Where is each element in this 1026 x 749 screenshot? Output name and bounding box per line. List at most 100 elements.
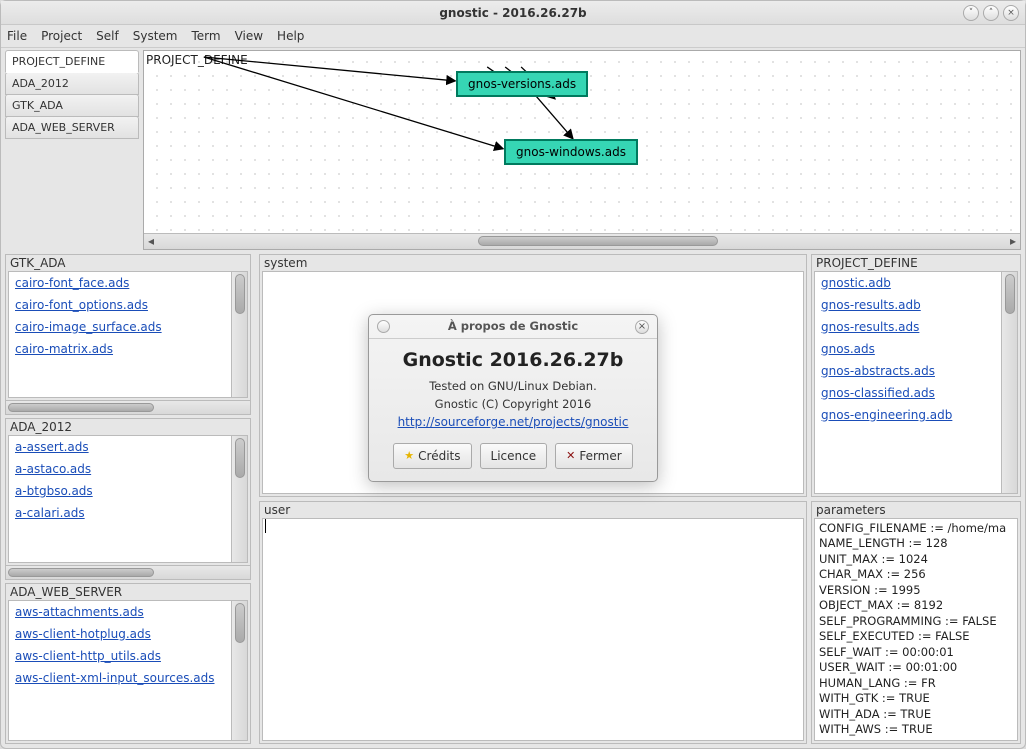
graph-canvas[interactable]: PROJECT_DEFINE gnos-versions.ads gnos-wi… [143,50,1021,250]
about-dialog: À propos de Gnostic × Gnostic 2016.26.27… [368,314,658,482]
about-heading: Gnostic 2016.26.27b [381,349,645,371]
file-link[interactable]: gnos-results.ads [821,320,1011,334]
scroll-thumb[interactable] [478,236,718,246]
hscrollbar[interactable] [6,400,250,414]
file-link[interactable]: aws-client-http_utils.ads [15,649,241,663]
file-link[interactable]: cairo-font_face.ads [15,276,241,290]
file-link[interactable]: gnos-engineering.adb [821,408,1011,422]
menu-self[interactable]: Self [96,29,119,43]
left-panels: GTK_ADA cairo-font_face.ads cairo-font_o… [5,254,251,744]
titlebar: gnostic - 2016.26.27b ˅ ˄ × [1,1,1025,25]
panel-title: ADA_2012 [6,419,250,435]
licence-button[interactable]: Licence [480,443,548,469]
credits-button[interactable]: ★ Crédits [393,443,471,469]
param-line: VERSION := 1995 [819,583,1013,599]
hscrollbar[interactable] [6,565,250,579]
about-titlebar: À propos de Gnostic × [369,315,657,339]
main-window: gnostic - 2016.26.27b ˅ ˄ × File Project… [0,0,1026,749]
canvas-title: PROJECT_DEFINE [146,53,248,67]
file-link[interactable]: aws-attachments.ads [15,605,241,619]
param-line: UNIT_MAX := 1024 [819,552,1013,568]
param-line: WITH_ADA := TRUE [819,707,1013,723]
menu-term[interactable]: Term [191,29,220,43]
param-line: WITH_AWS := TRUE [819,722,1013,738]
menu-system[interactable]: System [133,29,178,43]
param-line: SELF_WAIT := 00:00:01 [819,645,1013,661]
vscrollbar[interactable] [1001,272,1017,493]
about-menu-icon[interactable] [377,320,390,333]
about-link[interactable]: http://sourceforge.net/projects/gnostic [398,415,629,429]
text-cursor [265,519,266,533]
menubar: File Project Self System Term View Help [1,25,1025,47]
file-link[interactable]: cairo-font_options.ads [15,298,241,312]
panel-ada-web-server: ADA_WEB_SERVER aws-attachments.ads aws-c… [5,583,251,744]
tab-ada-2012[interactable]: ADA_2012 [5,72,139,95]
about-title: À propos de Gnostic [448,319,578,333]
panel-title: parameters [812,502,1020,518]
file-link[interactable]: gnos-abstracts.ads [821,364,1011,378]
file-link[interactable]: a-btgbso.ads [15,484,241,498]
param-line: WITH_GTK := TRUE [819,691,1013,707]
vscrollbar[interactable] [231,601,247,740]
param-line: SELF_PROGRAMMING := FALSE [819,614,1013,630]
project-tabs: PROJECT_DEFINE ADA_2012 GTK_ADA ADA_WEB_… [5,50,139,250]
panel-title: PROJECT_DEFINE [812,255,1020,271]
file-link[interactable]: cairo-matrix.ads [15,342,241,356]
close-label: Fermer [579,449,621,463]
about-close-icon[interactable]: × [635,320,649,334]
vscrollbar[interactable] [231,272,247,397]
file-link[interactable]: aws-client-hotplug.ads [15,627,241,641]
panel-title: system [260,255,806,271]
close-button[interactable]: ✕ Fermer [555,443,633,469]
content-area: PROJECT_DEFINE ADA_2012 GTK_ADA ADA_WEB_… [1,48,1025,748]
param-line: CONFIG_FILENAME := /home/ma [819,521,1013,537]
param-line: CHAR_MAX := 256 [819,567,1013,583]
file-link[interactable]: aws-client-xml-input_sources.ads [15,671,241,685]
about-copyright: Gnostic (C) Copyright 2016 [381,397,645,411]
file-link[interactable]: a-assert.ads [15,440,241,454]
credits-label: Crédits [418,449,460,463]
graph-node[interactable]: gnos-windows.ads [504,139,638,165]
minimize-button[interactable]: ˅ [963,5,979,21]
licence-label: Licence [491,449,537,463]
menu-help[interactable]: Help [277,29,304,43]
panel-title: ADA_WEB_SERVER [6,584,250,600]
about-line: Tested on GNU/Linux Debian. [381,379,645,393]
file-link[interactable]: a-astaco.ads [15,462,241,476]
file-link[interactable]: gnos-classified.ads [821,386,1011,400]
tab-gtk-ada[interactable]: GTK_ADA [5,94,139,117]
file-link[interactable]: a-calari.ads [15,506,241,520]
file-link[interactable]: gnos.ads [821,342,1011,356]
vscrollbar[interactable] [231,436,247,561]
window-title: gnostic - 2016.26.27b [439,6,586,20]
close-window-button[interactable]: × [1003,5,1019,21]
menu-view[interactable]: View [235,29,263,43]
panel-title: user [260,502,806,518]
panel-gtk-ada: GTK_ADA cairo-font_face.ads cairo-font_o… [5,254,251,415]
param-line: USER_WAIT := 00:01:00 [819,660,1013,676]
file-link[interactable]: gnostic.adb [821,276,1011,290]
tab-project-define[interactable]: PROJECT_DEFINE [5,50,139,73]
user-input[interactable] [262,518,804,741]
panel-parameters: parameters CONFIG_FILENAME := /home/ma N… [811,501,1021,744]
file-link[interactable]: cairo-image_surface.ads [15,320,241,334]
panel-project-define: PROJECT_DEFINE gnostic.adb gnos-results.… [811,254,1021,497]
menu-file[interactable]: File [7,29,27,43]
close-icon: ✕ [566,449,575,462]
param-line: NAME_LENGTH := 128 [819,536,1013,552]
panel-title: GTK_ADA [6,255,250,271]
graph-node[interactable]: gnos-versions.ads [456,71,588,97]
parameters-list: CONFIG_FILENAME := /home/ma NAME_LENGTH … [814,518,1018,741]
param-line: OBJECT_MAX := 8192 [819,598,1013,614]
param-line: SELF_EXECUTED := FALSE [819,629,1013,645]
menu-project[interactable]: Project [41,29,82,43]
canvas-hscrollbar[interactable]: ◂ ▸ [144,233,1020,249]
tab-ada-web-server[interactable]: ADA_WEB_SERVER [5,116,139,139]
panel-user: user [259,501,807,744]
scroll-right-icon[interactable]: ▸ [1006,234,1020,248]
scroll-left-icon[interactable]: ◂ [144,234,158,248]
maximize-button[interactable]: ˄ [983,5,999,21]
file-link[interactable]: gnos-results.adb [821,298,1011,312]
panel-ada-2012: ADA_2012 a-assert.ads a-astaco.ads a-btg… [5,418,251,579]
param-line: HUMAN_LANG := FR [819,676,1013,692]
